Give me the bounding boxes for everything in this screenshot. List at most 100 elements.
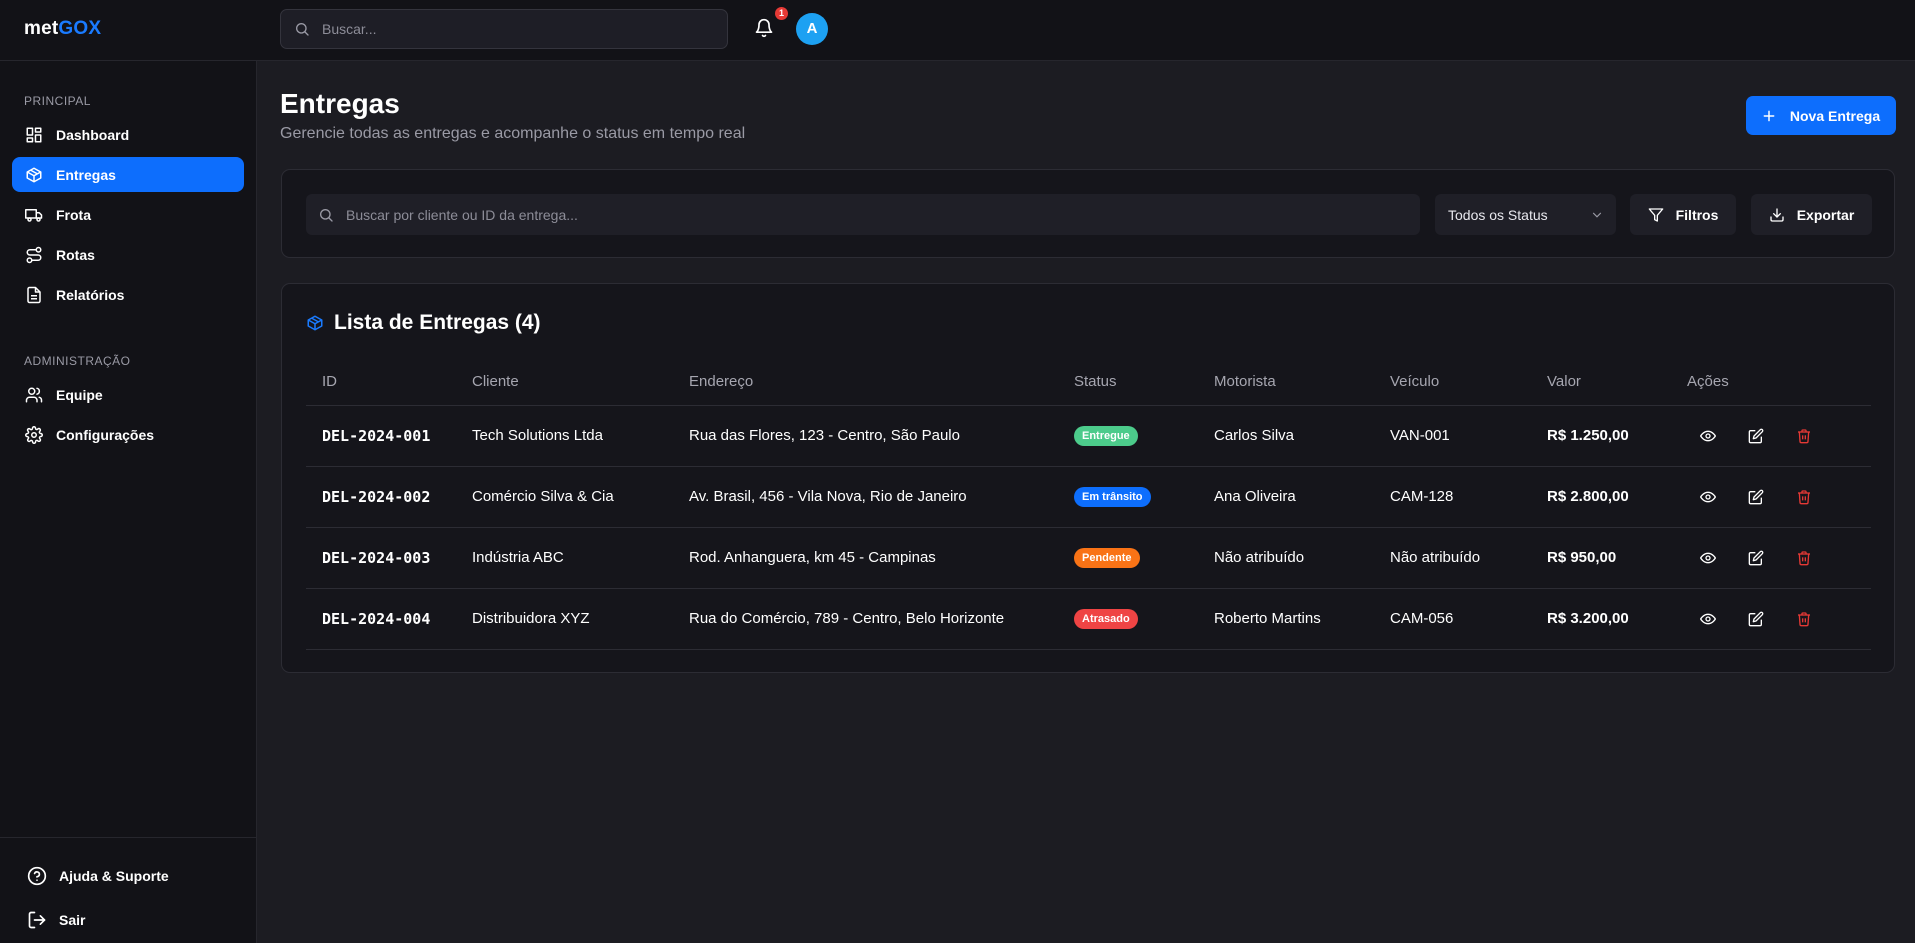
gear-icon xyxy=(24,425,44,445)
eye-icon xyxy=(1700,611,1716,627)
sidebar-item-equipe[interactable]: Equipe xyxy=(12,377,244,412)
sidebar-item-frota[interactable]: Frota xyxy=(12,197,244,232)
status-select[interactable]: Todos os Status xyxy=(1435,194,1616,235)
column-header-acoes: Ações xyxy=(1687,359,1871,406)
user-avatar[interactable]: A xyxy=(796,13,828,45)
cell-motorista: Ana Oliveira xyxy=(1214,466,1390,528)
cell-endereco: Rod. Anhanguera, km 45 - Campinas xyxy=(689,527,1074,589)
column-header-id[interactable]: ID xyxy=(306,359,472,406)
table-row[interactable]: DEL-2024-001 Tech Solutions Ltda Rua das… xyxy=(306,405,1871,467)
column-header-cliente[interactable]: Cliente xyxy=(472,359,689,406)
cell-acoes xyxy=(1687,588,1871,650)
table-row[interactable]: DEL-2024-002 Comércio Silva & Cia Av. Br… xyxy=(306,466,1871,528)
edit-icon xyxy=(1748,611,1764,627)
trash-icon xyxy=(1796,611,1812,627)
sidebar-item-label: Rotas xyxy=(56,246,95,263)
export-button[interactable]: Exportar xyxy=(1751,194,1872,235)
sidebar-item-configuracoes[interactable]: Configurações xyxy=(12,417,244,452)
sidebar-footer: Ajuda & Suporte Sair xyxy=(0,837,256,929)
view-button[interactable] xyxy=(1698,548,1718,568)
edit-button[interactable] xyxy=(1746,609,1766,629)
page-title: Entregas xyxy=(280,88,400,119)
section-title-principal: PRINCIPAL xyxy=(24,94,91,108)
eye-icon xyxy=(1700,550,1716,566)
cell-valor: R$ 2.800,00 xyxy=(1547,466,1687,528)
table-row[interactable]: DEL-2024-003 Indústria ABC Rod. Anhangue… xyxy=(306,527,1871,589)
package-icon xyxy=(24,165,44,185)
cell-id: DEL-2024-004 xyxy=(306,588,472,650)
filter-card: Todos os Status Filtros Exportar xyxy=(281,169,1895,258)
delete-button[interactable] xyxy=(1794,548,1814,568)
route-icon xyxy=(24,245,44,265)
sidebar-item-entregas[interactable]: Entregas xyxy=(12,157,244,192)
sidebar-item-rotas[interactable]: Rotas xyxy=(12,237,244,272)
search-icon xyxy=(294,21,310,37)
global-search-input[interactable] xyxy=(322,21,682,37)
notification-badge: 1 xyxy=(775,7,788,20)
view-button[interactable] xyxy=(1698,426,1718,446)
new-delivery-label: Nova Entrega xyxy=(1789,107,1881,124)
edit-button[interactable] xyxy=(1746,548,1766,568)
cell-endereco: Av. Brasil, 456 - Vila Nova, Rio de Jane… xyxy=(689,466,1074,528)
chevron-down-icon xyxy=(1590,208,1604,222)
help-icon xyxy=(27,866,47,886)
edit-icon xyxy=(1748,489,1764,505)
filters-label: Filtros xyxy=(1675,206,1719,223)
column-header-endereco[interactable]: Endereço xyxy=(689,359,1074,406)
help-support-link[interactable]: Ajuda & Suporte xyxy=(27,864,169,888)
eye-icon xyxy=(1700,489,1716,505)
logout-button[interactable]: Sair xyxy=(27,908,85,932)
page-subtitle: Gerencie todas as entregas e acompanhe o… xyxy=(280,125,746,142)
delivery-search[interactable] xyxy=(306,194,1420,235)
list-header: Lista de Entregas (4) xyxy=(306,311,541,335)
edit-button[interactable] xyxy=(1746,487,1766,507)
cell-cliente: Comércio Silva & Cia xyxy=(472,466,689,528)
table-row[interactable]: DEL-2024-004 Distribuidora XYZ Rua do Co… xyxy=(306,588,1871,650)
column-header-status[interactable]: Status xyxy=(1074,359,1214,406)
edit-button[interactable] xyxy=(1746,426,1766,446)
status-badge: Entregue xyxy=(1074,425,1138,446)
notifications-button[interactable] xyxy=(754,18,776,40)
trash-icon xyxy=(1796,550,1812,566)
status-select-value: Todos os Status xyxy=(1448,206,1548,223)
filters-button[interactable]: Filtros xyxy=(1630,194,1736,235)
delete-button[interactable] xyxy=(1794,487,1814,507)
help-support-label: Ajuda & Suporte xyxy=(59,868,169,884)
logout-icon xyxy=(27,910,47,930)
cell-veiculo: Não atribuído xyxy=(1390,527,1547,589)
list-title: Lista de Entregas (4) xyxy=(334,311,541,334)
delete-button[interactable] xyxy=(1794,426,1814,446)
cell-motorista: Roberto Martins xyxy=(1214,588,1390,650)
column-header-veiculo[interactable]: Veículo xyxy=(1390,359,1547,406)
cell-cliente: Indústria ABC xyxy=(472,527,689,589)
cell-status: Pendente xyxy=(1074,527,1214,589)
sidebar-item-dashboard[interactable]: Dashboard xyxy=(12,117,244,152)
delivery-search-input[interactable] xyxy=(346,206,1346,223)
delete-button[interactable] xyxy=(1794,609,1814,629)
new-delivery-button[interactable]: Nova Entrega xyxy=(1746,96,1896,135)
cell-id: DEL-2024-002 xyxy=(306,466,472,528)
filter-icon xyxy=(1648,207,1664,223)
view-button[interactable] xyxy=(1698,609,1718,629)
download-icon xyxy=(1769,207,1785,223)
cell-acoes xyxy=(1687,405,1871,467)
truck-icon xyxy=(24,205,44,225)
delivery-table: ID Cliente Endereço Status Motorista Veí… xyxy=(306,359,1871,650)
cell-motorista: Carlos Silva xyxy=(1214,405,1390,467)
plus-icon xyxy=(1762,109,1776,123)
app-logo[interactable]: metGOX xyxy=(24,18,101,40)
global-search[interactable] xyxy=(280,9,728,49)
cell-status: Entregue xyxy=(1074,405,1214,467)
sidebar-item-label: Configurações xyxy=(56,426,155,443)
sidebar-item-relatorios[interactable]: Relatórios xyxy=(12,277,244,312)
bell-icon xyxy=(754,18,776,38)
sidebar-item-label: Dashboard xyxy=(56,126,130,143)
status-badge: Pendente xyxy=(1074,547,1140,568)
cell-cliente: Distribuidora XYZ xyxy=(472,588,689,650)
column-header-valor[interactable]: Valor xyxy=(1547,359,1687,406)
package-icon xyxy=(306,314,324,332)
column-header-motorista[interactable]: Motorista xyxy=(1214,359,1390,406)
cell-valor: R$ 1.250,00 xyxy=(1547,405,1687,467)
view-button[interactable] xyxy=(1698,487,1718,507)
edit-icon xyxy=(1748,550,1764,566)
